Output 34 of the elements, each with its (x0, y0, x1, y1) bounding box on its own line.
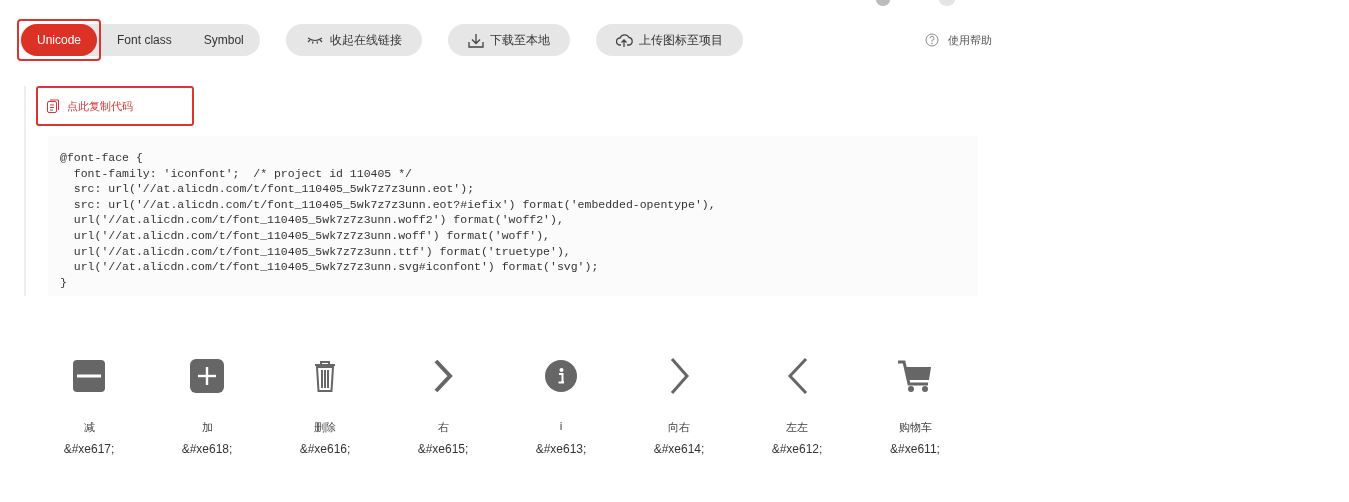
icon-name: 向右 (668, 420, 690, 436)
icon-name: 加 (201, 420, 213, 436)
eye-closed-icon (305, 35, 324, 45)
plus-square-icon (189, 358, 225, 394)
tab[interactable]: Symbol (187, 24, 260, 56)
action-button[interactable]: 下载至本地 (447, 24, 570, 56)
copy-code-button[interactable]: 点此复制代码 (36, 86, 194, 126)
icon-code: &#xe613; (535, 442, 587, 456)
icon-name: 减 (83, 420, 95, 436)
icon-code: &#xe615; (417, 442, 469, 456)
icon-code: &#xe614; (653, 442, 705, 456)
help-icon (924, 33, 939, 47)
icon-code: &#xe612; (771, 442, 823, 456)
icon-code: &#xe616; (299, 442, 351, 456)
action-button[interactable]: 收起在线链接 (285, 24, 422, 56)
icon-code: &#xe618; (181, 442, 233, 456)
action-button[interactable]: 上传图标至项目 (595, 24, 743, 56)
icon-code: &#xe617; (63, 442, 115, 456)
icon-name: 删除 (314, 420, 336, 436)
download-icon (467, 32, 484, 48)
copy-icon (46, 98, 60, 114)
tab[interactable]: Unicode (21, 24, 98, 56)
info-icon (543, 358, 579, 394)
minus-square-icon (71, 358, 107, 394)
icon-name: 左左 (786, 420, 808, 436)
code-block: @font-face { font-family: 'iconfont'; /* project id 110405 */ src: url('//at.alicdn.com/t/font_110405_5wk7z7z3unn.eot'); src: url('//at.alicdn.com/t/font_110405_5wk7z7z3unn.eot?#iefix') format('embedded-opentype'), url('//at.alicdn.com/t/font_110405_5wk7z7z3unn.woff2') format('woff2'), url('//at.alicdn.com/t/font_110405_5wk7z7z3unn.woff') format('woff'), url('//at.alicdn.com/t/font_110405_5wk7z7z3unn.ttf') format('truetype'), url('//at.alicdn.com/t/font_110405_5wk7z7z3unn.svg#iconfont') format('svg'); } (48, 136, 978, 296)
icon-name: 右 (437, 420, 449, 436)
tab[interactable]: Font class (101, 24, 188, 56)
icon-name: i (559, 420, 563, 435)
upload-cloud-icon (615, 32, 633, 48)
cart-icon (897, 358, 933, 394)
icon-name: 购物车 (898, 420, 932, 436)
help-link[interactable]: 使用帮助 (924, 32, 992, 48)
icon-code: &#xe611; (890, 442, 940, 456)
